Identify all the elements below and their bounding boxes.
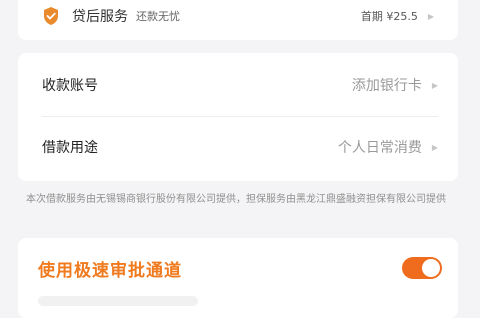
chevron-right-icon: ▶ xyxy=(427,11,434,21)
shield-check-icon xyxy=(42,6,60,26)
fast-approval-toggle[interactable] xyxy=(402,257,442,279)
loan-purpose-select[interactable]: 个人日常消费 ▶ xyxy=(338,137,438,157)
service-title: 贷后服务 xyxy=(72,9,128,25)
first-period-amount: 首期 ¥25.5 xyxy=(360,10,418,23)
add-bank-card-link[interactable]: 添加银行卡 ▶ xyxy=(352,75,438,95)
fast-approval-card: 使用极速审批通道 xyxy=(18,238,458,318)
toggle-knob xyxy=(422,259,440,277)
fast-approval-row: 使用极速审批通道 xyxy=(38,254,442,282)
fast-approval-subtext-placeholder xyxy=(38,296,198,306)
loan-purpose-value: 个人日常消费 xyxy=(337,140,422,156)
loan-purpose-row[interactable]: 借款用途 个人日常消费 ▶ xyxy=(42,117,438,177)
receiving-account-row[interactable]: 收款账号 添加银行卡 ▶ xyxy=(42,55,438,115)
loan-purpose-label: 借款用途 xyxy=(42,140,98,156)
post-loan-service-row[interactable]: 贷后服务 还款无忧 首期 ¥25.5 ▶ xyxy=(42,2,434,30)
chevron-right-icon: ▶ xyxy=(431,80,438,90)
post-loan-service-card: 贷后服务 还款无忧 首期 ¥25.5 ▶ xyxy=(18,0,458,40)
receiving-account-label: 收款账号 xyxy=(42,78,98,94)
fast-approval-title: 使用极速审批通道 xyxy=(38,260,182,281)
loan-details-card: 收款账号 添加银行卡 ▶ 借款用途 个人日常消费 ▶ xyxy=(18,53,458,181)
service-disclaimer: 本次借款服务由无锡锡商银行股份有限公司提供，担保服务由黑龙江鼎盛融资担保有限公司… xyxy=(26,194,446,205)
service-first-period: 首期 ¥25.5 ▶ xyxy=(361,8,434,24)
add-bank-card-text: 添加银行卡 xyxy=(351,78,422,94)
chevron-right-icon: ▶ xyxy=(431,142,438,152)
service-subtitle: 还款无忧 xyxy=(136,10,180,23)
